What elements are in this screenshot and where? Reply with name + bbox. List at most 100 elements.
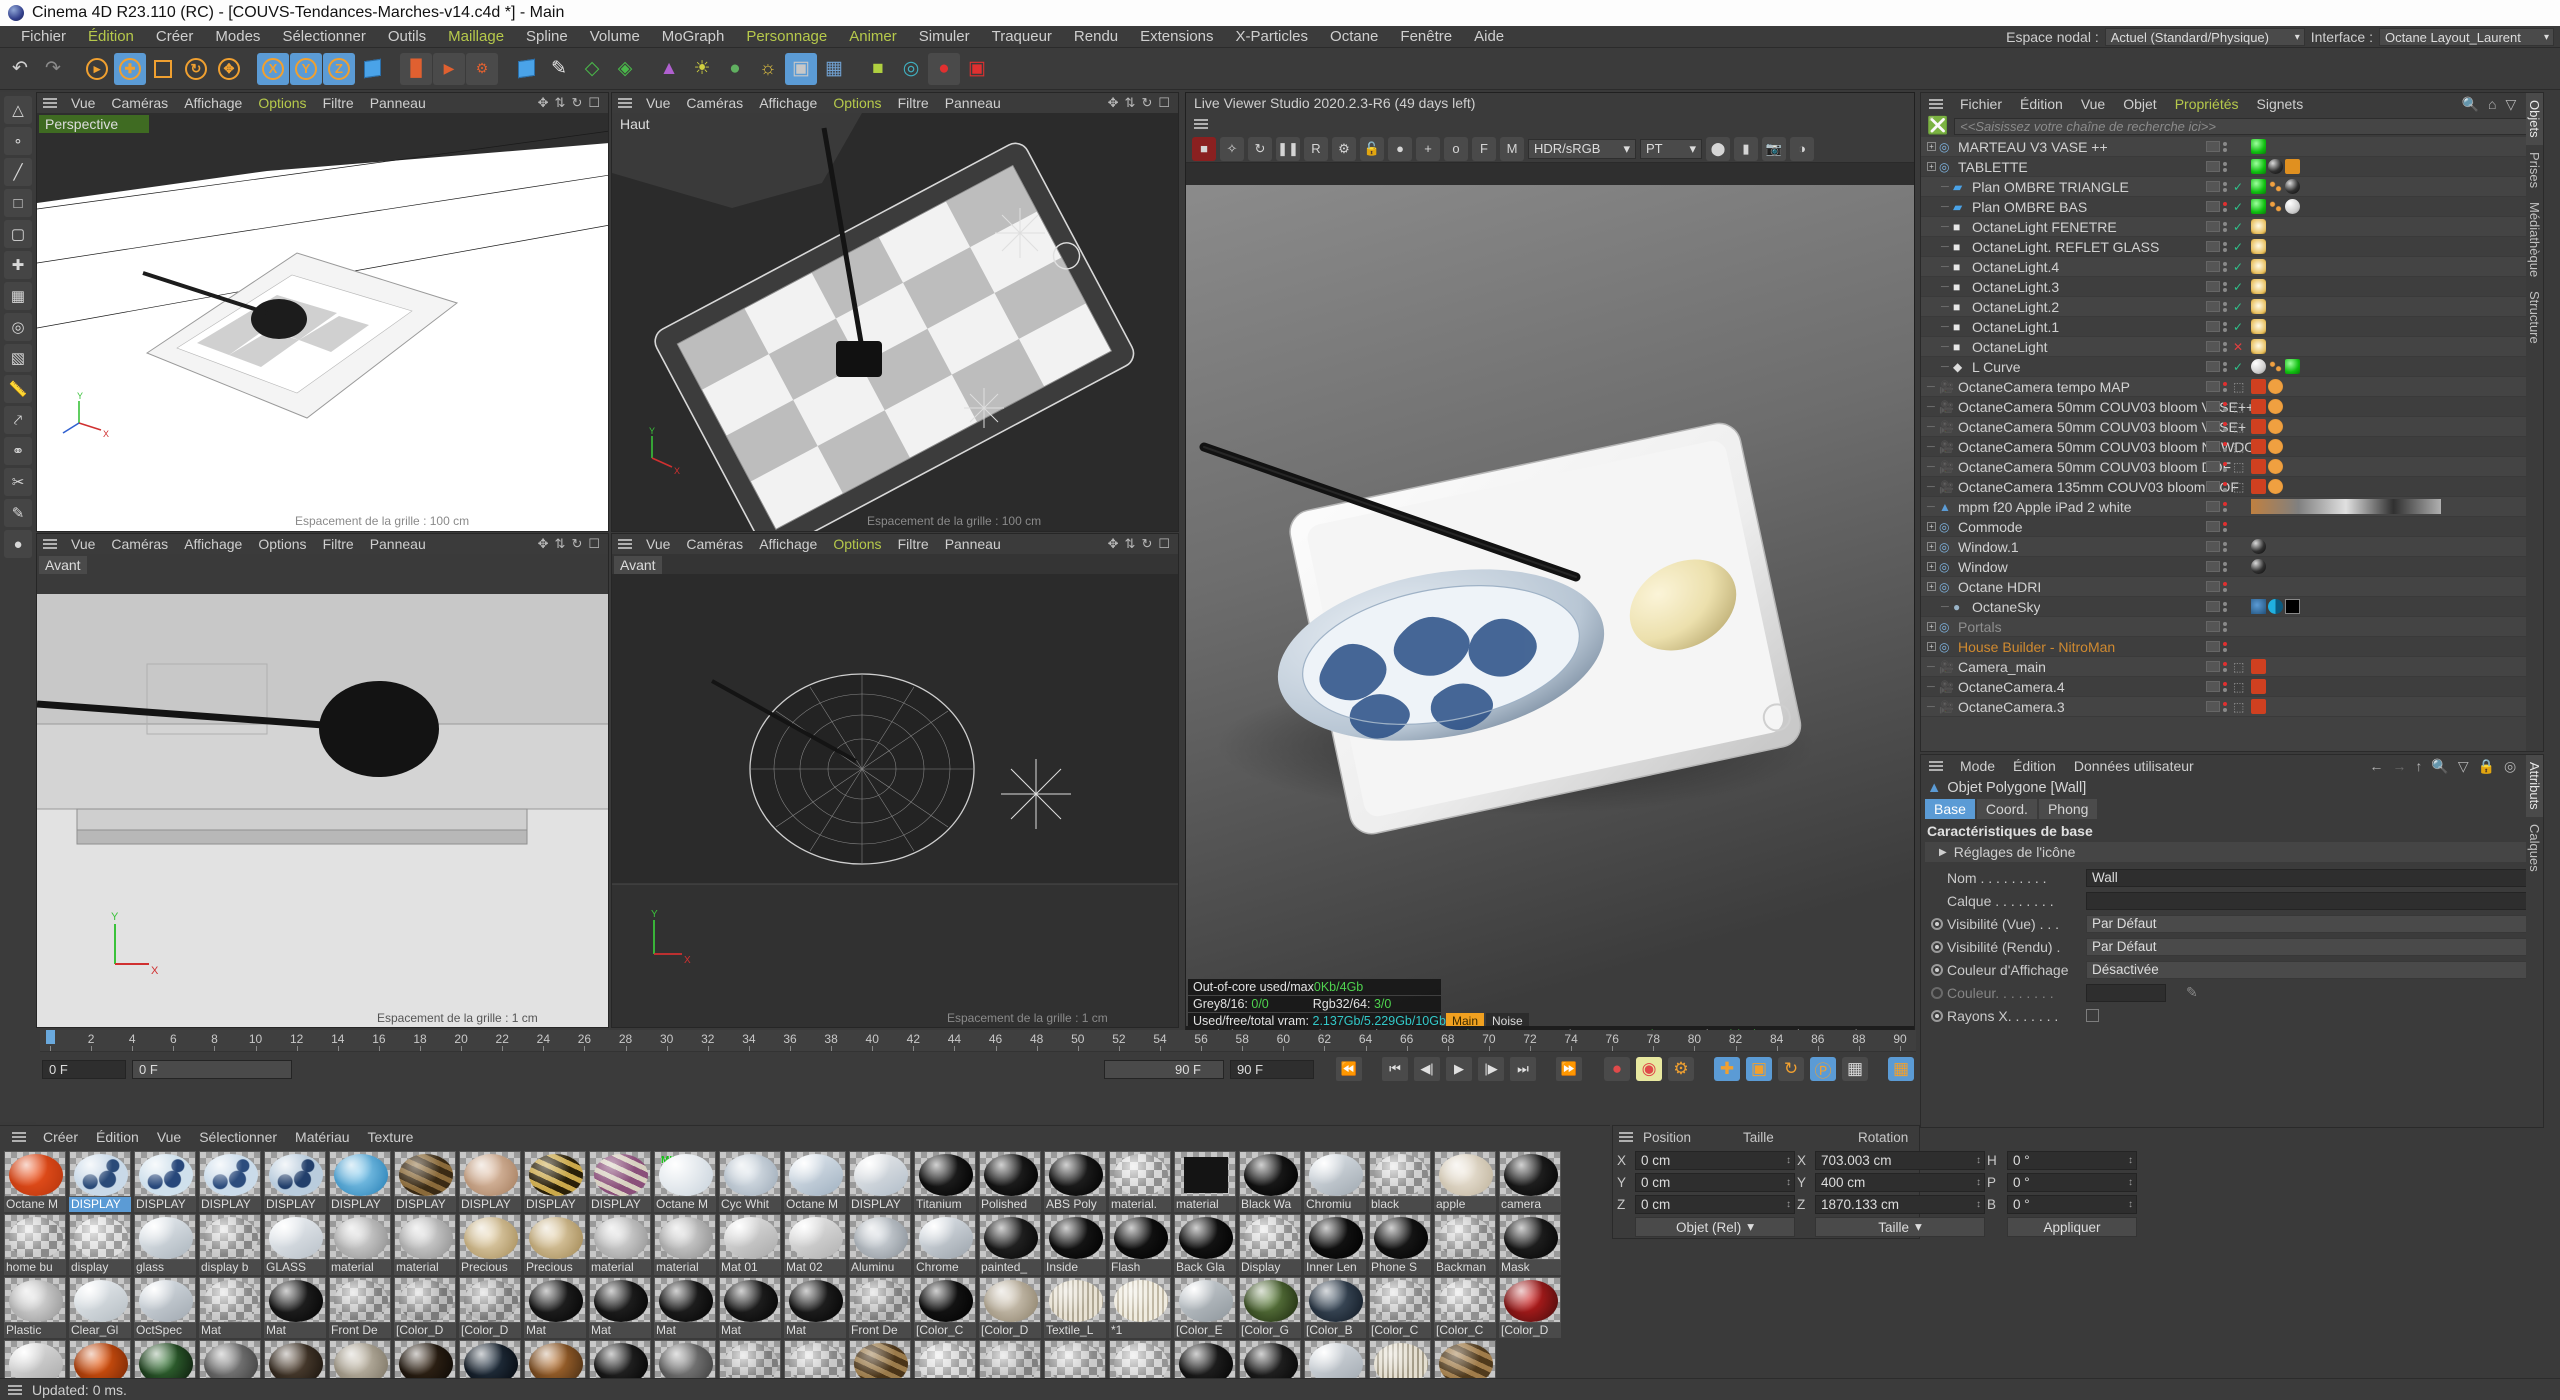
material-item[interactable]: OctGloss xyxy=(394,1340,456,1378)
material-preview[interactable] xyxy=(394,1214,456,1260)
material-item[interactable]: Mat xyxy=(264,1277,326,1338)
object-row[interactable]: + ◎ Octane HDRI xyxy=(1921,577,2526,597)
enabled-check-icon[interactable]: ✓ xyxy=(2233,300,2243,314)
object-name[interactable]: House Builder - NitroMan xyxy=(1958,639,2115,655)
dashed-box-icon[interactable]: ⬚ xyxy=(2233,380,2244,394)
material-name[interactable]: Back Gla xyxy=(1174,1260,1236,1275)
material-preview[interactable] xyxy=(784,1340,846,1378)
tag-light[interactable] xyxy=(2251,339,2266,354)
tag-camera[interactable] xyxy=(2251,379,2266,394)
material-item[interactable]: Wood_Fl xyxy=(1434,1340,1496,1378)
pan-icon[interactable]: ✥ xyxy=(538,536,549,552)
tool-magnet-icon[interactable]: ⚭ xyxy=(4,437,32,465)
material-name[interactable]: Chrome xyxy=(914,1260,976,1275)
input-size-z[interactable]: 1870.133 cm ↕ xyxy=(1815,1195,1985,1214)
light-button[interactable]: ☼ xyxy=(752,53,784,85)
object-tags[interactable] xyxy=(2251,139,2266,154)
material-item[interactable]: [Color_C xyxy=(1434,1277,1496,1338)
material-name[interactable]: home bu xyxy=(4,1260,66,1275)
viewport-perspective[interactable]: Vue Caméras Affichage Options Filtre Pan… xyxy=(36,92,609,532)
restart-render-icon[interactable]: ✧ xyxy=(1220,136,1244,161)
vp4-menu-cameras[interactable]: Caméras xyxy=(678,534,751,554)
object-row[interactable]: ─ ■ OctaneLight.1 ✓ xyxy=(1921,317,2526,337)
lock-y-axis-button[interactable]: Y xyxy=(290,52,322,85)
viewport-front-right[interactable]: Vue Caméras Affichage Options Filtre Pan… xyxy=(611,533,1179,1028)
material-preview[interactable] xyxy=(654,1340,716,1378)
material-preview[interactable] xyxy=(134,1340,196,1378)
tag-octane-object[interactable] xyxy=(2268,199,2283,214)
material-name[interactable]: [Color_D xyxy=(1499,1323,1561,1338)
material-name[interactable]: *1 xyxy=(1109,1323,1171,1338)
material-preview[interactable] xyxy=(4,1340,66,1378)
kernel-select[interactable]: PT ▾ xyxy=(1640,138,1702,159)
key-rotation-button[interactable]: ↻ xyxy=(1778,1057,1804,1081)
material-item[interactable]: glass xyxy=(134,1214,196,1275)
material-preview[interactable] xyxy=(1304,1340,1366,1378)
nurbs-button[interactable]: ◇ xyxy=(576,53,608,85)
material-item[interactable]: Titanium xyxy=(914,1151,976,1212)
material-preview[interactable] xyxy=(1174,1214,1236,1260)
shading-icon[interactable]: ◑ xyxy=(1790,136,1814,161)
material-preview[interactable] xyxy=(1239,1340,1301,1378)
object-tags[interactable] xyxy=(2251,419,2283,434)
material-name[interactable]: DISPLAY xyxy=(329,1197,391,1212)
material-name[interactable]: [Color_D xyxy=(394,1323,456,1338)
material-name[interactable]: Display xyxy=(1239,1260,1301,1275)
material-preview[interactable] xyxy=(719,1151,781,1197)
object-name[interactable]: L Curve xyxy=(1972,359,2021,375)
material-name[interactable]: Mat xyxy=(719,1323,781,1338)
tag-light[interactable] xyxy=(2251,219,2266,234)
tag-light[interactable] xyxy=(2251,259,2266,274)
vp-menu-filtre[interactable]: Filtre xyxy=(315,93,362,113)
material-item[interactable]: Inside xyxy=(1044,1214,1106,1275)
select-tool-button[interactable]: ▸ xyxy=(81,53,113,85)
tag-camera[interactable] xyxy=(2251,399,2266,414)
material-name[interactable]: Polished xyxy=(979,1197,1041,1212)
material-name[interactable]: Plastic xyxy=(4,1323,66,1338)
object-row[interactable]: ─ ▰ Plan OMBRE TRIANGLE ✓ xyxy=(1921,177,2526,197)
tag-environment[interactable] xyxy=(2268,599,2283,614)
material-preview[interactable] xyxy=(1239,1277,1301,1323)
material-preview[interactable] xyxy=(979,1151,1041,1197)
material-preview[interactable] xyxy=(719,1214,781,1260)
pan-icon[interactable]: ✥ xyxy=(1108,95,1119,111)
object-name[interactable]: OctaneCamera 135mm COUV03 bloom DOF xyxy=(1958,479,2239,495)
material-item[interactable]: Front De xyxy=(849,1277,911,1338)
material-item[interactable]: DISPLAY xyxy=(589,1151,651,1212)
tag-camera[interactable] xyxy=(2251,659,2266,674)
maximize-icon[interactable]: ☐ xyxy=(588,95,600,111)
material-item[interactable]: painted_ xyxy=(979,1214,1041,1275)
menu-item-x-particles[interactable]: X-Particles xyxy=(1225,26,1320,48)
viewport-top-menubar[interactable]: Vue Caméras Affichage Options Filtre Pan… xyxy=(612,93,1178,113)
material-preview[interactable] xyxy=(69,1151,131,1197)
material-item[interactable]: Front De xyxy=(329,1277,391,1338)
material-item[interactable]: DISPLAY xyxy=(524,1151,586,1212)
visibility-dots[interactable] xyxy=(2206,681,2228,692)
visibility-dots[interactable] xyxy=(2206,581,2228,592)
tool-brush-icon[interactable]: ✎ xyxy=(4,499,32,527)
vp3-menu-vue[interactable]: Vue xyxy=(63,534,103,554)
enabled-check-icon[interactable]: ✓ xyxy=(2233,180,2243,194)
play-button[interactable]: ▶ xyxy=(1446,1057,1472,1081)
timeline-playhead[interactable] xyxy=(46,1030,55,1044)
tool-knife-icon[interactable]: ✂ xyxy=(4,468,32,496)
material-preview[interactable] xyxy=(69,1214,131,1260)
material-preview[interactable] xyxy=(1109,1151,1171,1197)
viewport-top-nav-icons[interactable]: ✥ ⇅ ↻ ☐ xyxy=(1108,95,1174,111)
tool-model-icon[interactable]: ▢ xyxy=(4,220,32,248)
search-icon[interactable]: 🔍 xyxy=(2462,96,2479,113)
material-preview[interactable] xyxy=(1434,1340,1496,1378)
field-row-visibilite-vue[interactable]: Visibilité (Vue) . . . Par Défaut xyxy=(1921,912,2543,935)
select-coordinate-mode[interactable]: Objet (Rel) ▾ xyxy=(1635,1217,1795,1237)
field-row-calque[interactable]: Calque . . . . . . . . xyxy=(1921,889,2543,912)
input-rotation-p[interactable]: 0 ° ↕ xyxy=(2007,1173,2137,1192)
material-preview[interactable] xyxy=(784,1151,846,1197)
material-preview[interactable] xyxy=(1499,1277,1561,1323)
material-preview[interactable] xyxy=(524,1340,586,1378)
viewport-perspective-menubar[interactable]: Vue Caméras Affichage Options Filtre Pan… xyxy=(37,93,608,113)
material-preview[interactable] xyxy=(459,1277,521,1323)
object-tags[interactable] xyxy=(2251,379,2283,394)
settings-gear-icon[interactable]: ⚙ xyxy=(1332,136,1356,161)
material-button[interactable]: ▣ xyxy=(785,52,817,85)
lock-z-axis-button[interactable]: Z xyxy=(323,52,355,85)
